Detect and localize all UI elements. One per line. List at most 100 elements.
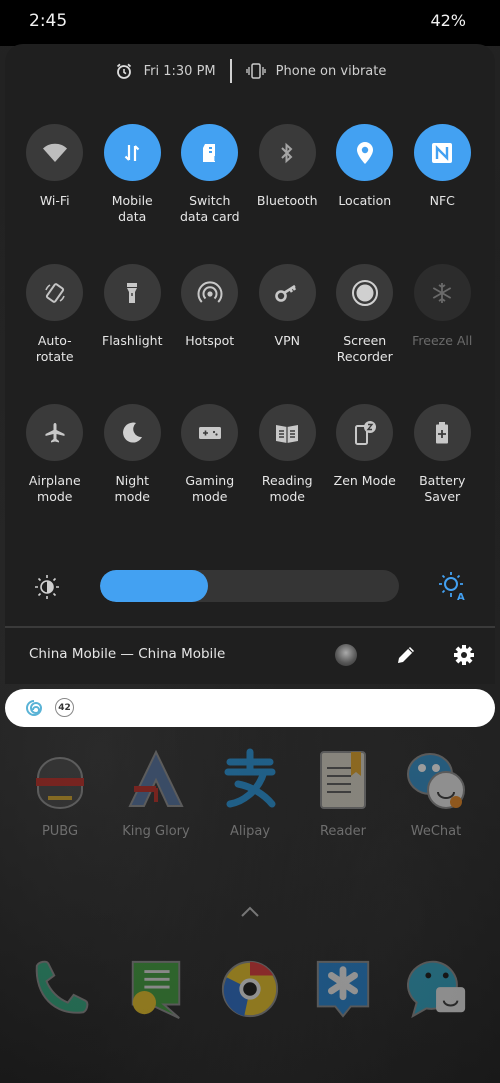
starred-app-icon <box>316 960 370 1018</box>
app-label: WeChat <box>410 824 462 839</box>
quick-settings-panel: Fri 1:30 PM Phone on vibrate Wi-Fi Mobil… <box>5 44 495 684</box>
notification-badge: 42 <box>55 698 74 717</box>
dock-phone[interactable] <box>22 958 102 1020</box>
tile-switch-data-card[interactable]: Switch data card <box>171 124 249 264</box>
tile-label: VPN <box>274 333 300 348</box>
ringer-status[interactable]: Phone on vibrate <box>276 64 387 79</box>
tile-hotspot[interactable]: Hotspot <box>171 264 249 404</box>
zen-mode-icon <box>336 404 394 461</box>
brightness-low-icon <box>34 574 60 604</box>
phone-icon <box>35 960 89 1014</box>
tile-screen-recorder[interactable]: Screen Recorder <box>326 264 404 404</box>
tile-label: Night mode <box>114 473 150 504</box>
app-label: PUBG <box>41 824 79 839</box>
app-pubg[interactable]: PUBG <box>20 748 100 839</box>
user-avatar[interactable] <box>335 644 357 666</box>
messages-icon <box>131 960 181 1019</box>
tile-battery-saver[interactable]: Battery Saver <box>404 404 482 544</box>
wechat-icon <box>407 753 465 809</box>
auto-brightness-icon[interactable]: A <box>438 571 468 605</box>
sim-card-icon <box>181 124 239 181</box>
pubg-icon <box>36 757 84 809</box>
flashlight-icon <box>103 264 161 321</box>
reader-icon <box>320 751 366 809</box>
tile-label: Reading mode <box>261 473 313 504</box>
tile-gaming-mode[interactable]: Gaming mode <box>171 404 249 544</box>
tile-label: NFC <box>429 193 455 208</box>
tile-location[interactable]: Location <box>326 124 404 264</box>
tile-reading-mode[interactable]: Reading mode <box>249 404 327 544</box>
tile-label: Screen Recorder <box>336 333 393 364</box>
browser-icon <box>221 960 279 1018</box>
vibrate-icon <box>246 61 266 81</box>
wifi-icon <box>26 124 84 181</box>
status-time: 2:45 <box>29 11 68 31</box>
gamepad-icon <box>181 404 239 461</box>
tile-vpn[interactable]: VPN <box>249 264 327 404</box>
tile-zen-mode[interactable]: Zen Mode <box>326 404 404 544</box>
mobile-data-icon <box>103 124 161 181</box>
tile-nfc[interactable]: NFC <box>404 124 482 264</box>
key-icon <box>258 264 316 321</box>
tile-freeze-all[interactable]: Freeze All <box>404 264 482 404</box>
carrier-name: China Mobile — China Mobile <box>29 646 226 662</box>
tile-mobile-data[interactable]: Mobile data <box>94 124 172 264</box>
dock-chat-app[interactable] <box>398 958 478 1020</box>
tile-label: Airplane mode <box>28 473 81 504</box>
snowflake-icon <box>413 264 471 321</box>
tile-label: Hotspot <box>185 333 235 348</box>
tile-airplane-mode[interactable]: Airplane mode <box>16 404 94 544</box>
tile-label: Battery Saver <box>419 473 466 504</box>
battery-plus-icon <box>413 404 471 461</box>
app-label: Alipay <box>229 824 271 839</box>
chevron-up-icon[interactable] <box>240 904 260 923</box>
app-label: King Glory <box>122 824 190 839</box>
settings-gear-icon[interactable] <box>453 644 475 670</box>
hotspot-icon <box>181 264 239 321</box>
location-pin-icon <box>336 124 394 181</box>
airplane-icon <box>26 404 84 461</box>
notification-bar[interactable]: 42 <box>5 689 495 727</box>
tile-night-mode[interactable]: Night mode <box>94 404 172 544</box>
alarm-time[interactable]: Fri 1:30 PM <box>144 64 216 79</box>
tile-wifi[interactable]: Wi-Fi <box>16 124 94 264</box>
panel-divider <box>5 626 495 628</box>
panel-footer: China Mobile — China Mobile <box>5 634 495 676</box>
tile-label: Location <box>338 193 392 208</box>
brightness-row: A <box>5 566 495 606</box>
tile-label: Switch data card <box>179 193 240 224</box>
home-app-row: PUBG King Glory Alipay Reader WeChat <box>0 748 500 858</box>
status-bar: 2:45 42% <box>0 0 500 46</box>
brightness-slider-fill <box>100 570 208 602</box>
battery-percent: 42% <box>430 11 466 30</box>
tile-label: Bluetooth <box>256 193 318 208</box>
tile-auto-rotate[interactable]: Auto- rotate <box>16 264 94 404</box>
tile-label: Gaming mode <box>185 473 235 504</box>
bluetooth-icon <box>258 124 316 181</box>
tile-label: Freeze All <box>412 333 473 348</box>
dock-starred-app[interactable] <box>303 958 383 1020</box>
nfc-icon <box>413 124 471 181</box>
moon-icon <box>103 404 161 461</box>
tile-label: Auto- rotate <box>35 333 74 364</box>
app-alipay[interactable]: Alipay <box>210 748 290 839</box>
dock-messages[interactable] <box>116 958 196 1020</box>
quick-tiles-grid: Wi-Fi Mobile data Switch data card Bluet… <box>16 124 482 544</box>
book-icon <box>258 404 316 461</box>
app-wechat[interactable]: WeChat <box>396 748 476 839</box>
alarm-clock-icon <box>114 61 134 81</box>
info-divider <box>229 59 232 83</box>
edit-pencil-icon[interactable] <box>395 644 417 670</box>
app-label: Reader <box>319 824 366 839</box>
app-reader[interactable]: Reader <box>303 748 383 839</box>
dock-browser[interactable] <box>210 958 290 1020</box>
app-swirl-icon <box>25 699 43 721</box>
auto-rotate-icon <box>26 264 84 321</box>
king-glory-icon <box>128 749 184 807</box>
tile-label: Mobile data <box>111 193 153 224</box>
app-king-glory[interactable]: King Glory <box>116 748 196 839</box>
tile-bluetooth[interactable]: Bluetooth <box>249 124 327 264</box>
tile-flashlight[interactable]: Flashlight <box>94 264 172 404</box>
brightness-slider[interactable] <box>100 570 399 602</box>
svg-text:A: A <box>457 592 465 601</box>
